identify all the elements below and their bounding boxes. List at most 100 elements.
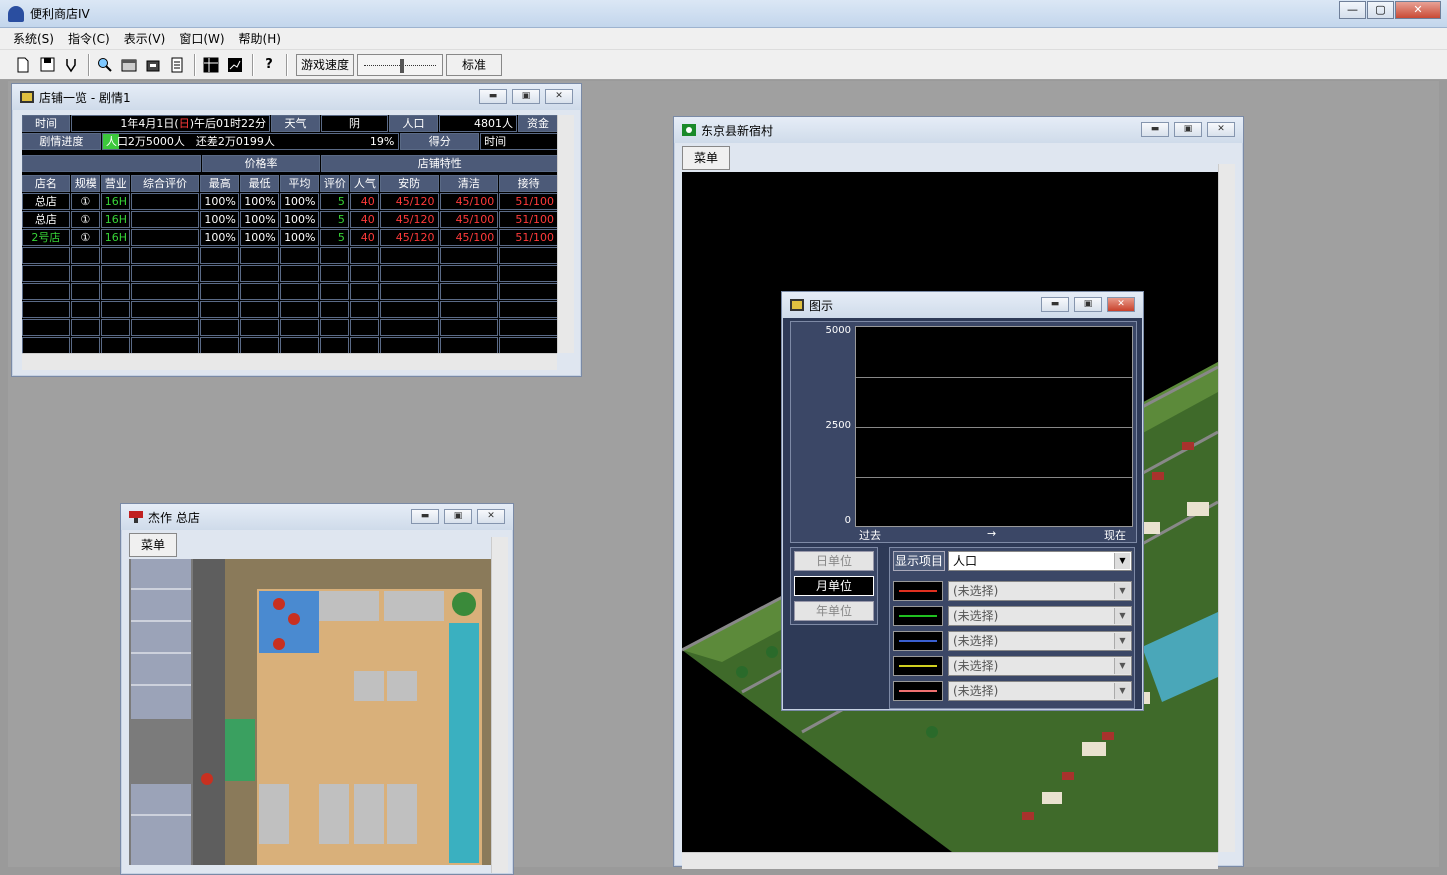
- column-header[interactable]: 评价: [319, 175, 349, 192]
- series-select-value: (未选择): [953, 634, 999, 648]
- monthly-unit-button[interactable]: 月单位: [794, 576, 874, 596]
- time-label-2: 时间: [480, 133, 558, 150]
- table-cell: [499, 283, 559, 300]
- table-cell: [379, 337, 439, 353]
- save-icon[interactable]: [36, 54, 58, 76]
- table-cell: 5: [319, 229, 349, 246]
- column-header[interactable]: 最低: [240, 175, 280, 192]
- table-cell: [280, 283, 319, 300]
- shop-menu-button[interactable]: 菜单: [129, 533, 177, 557]
- series-select[interactable]: (未选择) ▼: [948, 606, 1132, 626]
- new-file-icon[interactable]: [12, 54, 34, 76]
- restore-button[interactable]: ▣: [512, 89, 540, 104]
- group-header-row: 价格率 店铺特性: [22, 155, 559, 173]
- slider-thumb[interactable]: [400, 58, 405, 73]
- shop-vscrollbar[interactable]: [491, 537, 508, 873]
- table-cell: [22, 247, 70, 264]
- table-row: [22, 319, 559, 337]
- shop-floor-view[interactable]: [129, 559, 491, 865]
- menu-bar: 系统(S) 指令(C) 表示(V) 窗口(W) 帮助(H): [0, 28, 1447, 50]
- series-select[interactable]: (未选择) ▼: [948, 581, 1132, 601]
- series-select-value: (未选择): [953, 609, 999, 623]
- column-header[interactable]: 营业: [100, 175, 130, 192]
- table-cell: 40: [349, 193, 379, 210]
- column-header[interactable]: 综合评价: [130, 175, 200, 192]
- table-row[interactable]: 总店 ① 16H 100% 100% 100% 5 40 45/120 45/100 51/100: [22, 193, 559, 211]
- graph-controls: ▬ ▣ ✕: [1036, 297, 1135, 312]
- maximize-button[interactable]: ▢: [1367, 1, 1394, 19]
- menu-window[interactable]: 窗口(W): [172, 30, 231, 47]
- store-list-hscrollbar[interactable]: [22, 353, 557, 370]
- series-select[interactable]: (未选择) ▼: [948, 631, 1132, 651]
- series-select[interactable]: (未选择) ▼: [948, 656, 1132, 676]
- table-cell: 40: [349, 211, 379, 228]
- column-header[interactable]: 清洁: [439, 175, 499, 192]
- table-cell: [240, 337, 280, 353]
- table-cell: [130, 337, 200, 353]
- yearly-unit-button[interactable]: 年单位: [794, 601, 874, 621]
- table-cell: 5: [319, 193, 349, 210]
- restore-button[interactable]: ▣: [1174, 122, 1202, 137]
- minimize-button[interactable]: ▬: [411, 509, 439, 524]
- restore-button[interactable]: ▣: [1074, 297, 1102, 312]
- column-header[interactable]: 安防: [379, 175, 439, 192]
- population-label: 人口: [389, 115, 438, 132]
- building-icon[interactable]: [142, 54, 164, 76]
- table-cell: [130, 301, 200, 318]
- series-select[interactable]: (未选择) ▼: [948, 681, 1132, 701]
- help-icon[interactable]: ?: [258, 54, 280, 76]
- menu-help[interactable]: 帮助(H): [232, 30, 288, 47]
- table-cell: [280, 319, 319, 336]
- ledger-icon[interactable]: [166, 54, 188, 76]
- chevron-down-icon: ▼: [1114, 633, 1130, 649]
- column-header[interactable]: 店名: [22, 175, 70, 192]
- table-row[interactable]: 2号店 ① 16H 100% 100% 100% 5 40 45/120 45/100 51/100: [22, 229, 559, 247]
- close-button[interactable]: ✕: [1107, 297, 1135, 312]
- app-titlebar: 便利商店IV — ▢ ✕: [0, 0, 1447, 28]
- shop-controls: ▬ ▣ ✕: [406, 509, 505, 524]
- column-header[interactable]: 接待: [499, 175, 559, 192]
- store-icon[interactable]: [118, 54, 140, 76]
- close-button[interactable]: ✕: [545, 89, 573, 104]
- close-button[interactable]: ✕: [1207, 122, 1235, 137]
- series-line: [899, 615, 937, 617]
- column-header[interactable]: 人气: [349, 175, 379, 192]
- magnifier-icon[interactable]: [94, 54, 116, 76]
- display-item-value: 人口: [953, 554, 978, 568]
- table-cell: 100%: [280, 193, 319, 210]
- close-button[interactable]: ✕: [477, 509, 505, 524]
- game-speed-label: 游戏速度: [296, 53, 355, 76]
- store-list-vscrollbar[interactable]: [557, 115, 574, 353]
- daily-unit-button[interactable]: 日单位: [794, 551, 874, 571]
- minimize-button[interactable]: —: [1339, 1, 1366, 19]
- table-cell: 5: [319, 211, 349, 228]
- map-vscrollbar[interactable]: [1218, 164, 1235, 852]
- menu-view[interactable]: 表示(V): [117, 30, 173, 47]
- game-speed-slider[interactable]: [357, 53, 444, 76]
- table-row[interactable]: 总店 ① 16H 100% 100% 100% 5 40 45/120 45/100 51/100: [22, 211, 559, 229]
- close-button[interactable]: ✕: [1395, 1, 1441, 19]
- table-row: [22, 247, 559, 265]
- map-menu-button[interactable]: 菜单: [682, 146, 730, 170]
- menu-command[interactable]: 指令(C): [61, 30, 117, 47]
- table-cell: 100%: [200, 229, 240, 246]
- series-color-swatch: [893, 656, 943, 676]
- minimize-button[interactable]: ▬: [1141, 122, 1169, 137]
- column-header[interactable]: 平均: [280, 175, 319, 192]
- menu-system[interactable]: 系统(S): [6, 30, 61, 47]
- progress-row: 剧情进度 人口2万5000人 还差2万0199人 19% 得分 时间: [22, 133, 559, 151]
- minimize-button[interactable]: ▬: [1041, 297, 1069, 312]
- column-header[interactable]: 最高: [200, 175, 240, 192]
- chart-icon[interactable]: [224, 54, 246, 76]
- weather-label: 天气: [271, 115, 320, 132]
- display-item-select[interactable]: 人口 ▼: [948, 551, 1132, 571]
- shop-window: 杰作 总店 ▬ ▣ ✕ 菜单: [120, 503, 514, 875]
- map-hscrollbar[interactable]: [682, 852, 1218, 869]
- table-row: [22, 337, 559, 353]
- column-header[interactable]: 规模: [70, 175, 100, 192]
- restore-button[interactable]: ▣: [444, 509, 472, 524]
- minimize-button[interactable]: ▬: [479, 89, 507, 104]
- table-icon[interactable]: [200, 54, 222, 76]
- tools-icon[interactable]: [60, 54, 82, 76]
- table-cell: [100, 265, 130, 282]
